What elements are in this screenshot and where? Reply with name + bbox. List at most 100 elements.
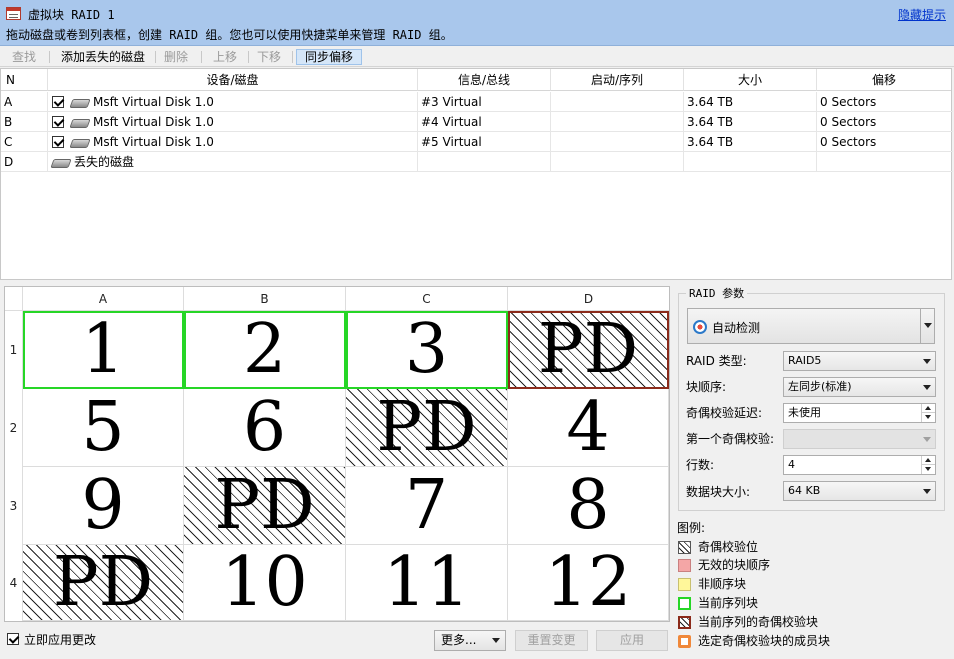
block-label: PD [537,309,639,389]
raid-block[interactable]: 4 [508,389,669,467]
window-title: 虚拟块 RAID 1 [28,8,115,22]
chevron-down-icon [924,323,932,328]
legend-label: 当前序列块 [698,596,759,610]
selected-member-swatch [678,635,691,648]
spin-buttons[interactable] [921,456,935,474]
rows-label: 行数: [686,458,715,472]
info-header: 虚拟块 RAID 1 拖动磁盘或卷到列表框，创建 RAID 组。您也可以使用快捷… [0,0,954,46]
disk-list[interactable]: N 设备/磁盘 信息/总线 启动/序列 大小 偏移 A Msft Virtual… [0,68,953,280]
sync-offset-button[interactable]: 同步偏移 [296,49,362,65]
apply-immediately-label[interactable]: 立即应用更改 [24,631,96,648]
raid-block[interactable]: 11 [346,545,508,621]
chevron-down-icon [923,489,931,494]
grid-column-header[interactable]: B [184,287,346,311]
legend-label: 选定奇偶校验块的成员块 [698,634,831,648]
block-order-label: 块顺序: [686,380,727,394]
autodetect-dropdown[interactable] [920,309,934,343]
autodetect-button[interactable]: 自动检测 [687,308,935,344]
raid-block[interactable]: 8 [508,467,669,545]
raid-block[interactable]: 6 [184,389,346,467]
disk-checkbox[interactable] [52,136,64,148]
hide-hints-link[interactable]: 隐藏提示 [898,6,946,23]
table-row[interactable]: A Msft Virtual Disk 1.0 #3 Virtual 3.64 … [1,92,953,112]
toolbar-separator [292,51,293,63]
disk-checkbox[interactable] [52,116,64,128]
spin-buttons[interactable] [921,404,935,422]
parity-block[interactable]: PD [184,467,346,545]
raid-type-select[interactable]: RAID5 [783,351,936,371]
column-header-device[interactable]: 设备/磁盘 [48,69,418,91]
raid-type-value: RAID5 [788,354,822,367]
raid-block[interactable]: 1 [23,311,184,389]
grid-column-header[interactable]: A [23,287,184,311]
spin-down-icon [925,467,931,471]
grid-column-header[interactable]: C [346,287,508,311]
raid-block[interactable]: 2 [184,311,346,389]
grid-column-header[interactable]: D [508,287,669,311]
add-missing-disk-button[interactable]: 添加丢失的磁盘 [55,49,151,65]
move-down-button[interactable]: 下移 [252,49,286,65]
raid-block[interactable]: 3 [346,311,508,389]
spin-up-icon [925,406,931,410]
raid-block[interactable]: 7 [346,467,508,545]
block-label: 4 [566,387,610,467]
raid-block[interactable]: 9 [23,467,184,545]
hard-disk-icon [71,137,87,147]
grid-row-header[interactable]: 2 [5,389,23,467]
apply-button[interactable]: 应用 [596,630,668,651]
row-letter: A [1,92,48,112]
table-row[interactable]: B Msft Virtual Disk 1.0 #4 Virtual 3.64 … [1,112,953,132]
raid-block-grid[interactable]: A B C D 1 2 3 4 1 2 3 PD 5 6 PD 4 9 PD 7… [4,286,670,622]
row-letter: C [1,132,48,152]
column-header-n[interactable]: N [1,69,48,91]
spin-down-icon [925,415,931,419]
column-header-start[interactable]: 启动/序列 [551,69,684,91]
offset-cell: 0 Sectors [820,115,877,129]
non-sequential-swatch [678,578,691,591]
delete-button[interactable]: 删除 [159,49,193,65]
invalid-order-swatch [678,559,691,572]
rows-stepper[interactable]: 4 [783,455,936,475]
window-icon [6,7,21,20]
grid-row-header[interactable]: 3 [5,467,23,545]
sequence-swatch [678,597,691,610]
column-header-size[interactable]: 大小 [684,69,817,91]
block-label: 11 [383,542,470,622]
raid-block[interactable]: 10 [184,545,346,621]
grid-row-header[interactable]: 4 [5,545,23,621]
chevron-down-icon [923,385,931,390]
more-button[interactable]: 更多... [434,630,506,651]
raid-block[interactable]: 5 [23,389,184,467]
block-label: 8 [566,465,610,545]
find-button[interactable]: 查找 [4,49,44,65]
table-row[interactable]: C Msft Virtual Disk 1.0 #5 Virtual 3.64 … [1,132,953,152]
row-letter: D [1,152,48,172]
raid-type-label: RAID 类型: [686,354,747,368]
toolbar: 查找 添加丢失的磁盘 删除 上移 下移 同步偏移 [0,47,954,67]
hard-disk-icon [52,157,68,167]
parity-block[interactable]: PD [508,311,669,389]
grid-row-header[interactable]: 1 [5,311,23,389]
size-cell: 3.64 TB [684,112,817,132]
parity-delay-value: 未使用 [788,406,821,419]
block-label: 2 [242,309,287,389]
parity-block[interactable]: PD [23,545,184,621]
table-row[interactable]: D 丢失的磁盘 [1,152,953,172]
reset-changes-button[interactable]: 重置变更 [515,630,588,651]
disk-checkbox[interactable] [52,96,64,108]
parity-block[interactable]: PD [346,389,508,467]
first-parity-select[interactable] [783,429,936,449]
parity-delay-stepper[interactable]: 未使用 [783,403,936,423]
size-cell: 3.64 TB [684,92,817,112]
block-label: 3 [404,309,449,389]
hint-text: 拖动磁盘或卷到列表框，创建 RAID 组。您也可以使用快捷菜单来管理 RAID … [6,28,453,42]
chevron-down-icon [923,437,931,442]
stripe-size-select[interactable]: 64 KB [783,481,936,501]
raid-block[interactable]: 12 [508,545,669,621]
column-header-offset[interactable]: 偏移 [817,69,951,91]
column-header-info[interactable]: 信息/总线 [418,69,551,91]
apply-immediately-checkbox[interactable] [7,633,19,645]
move-up-button[interactable]: 上移 [208,49,242,65]
block-order-select[interactable]: 左同步(标准) [783,377,936,397]
block-label: 5 [81,387,125,467]
